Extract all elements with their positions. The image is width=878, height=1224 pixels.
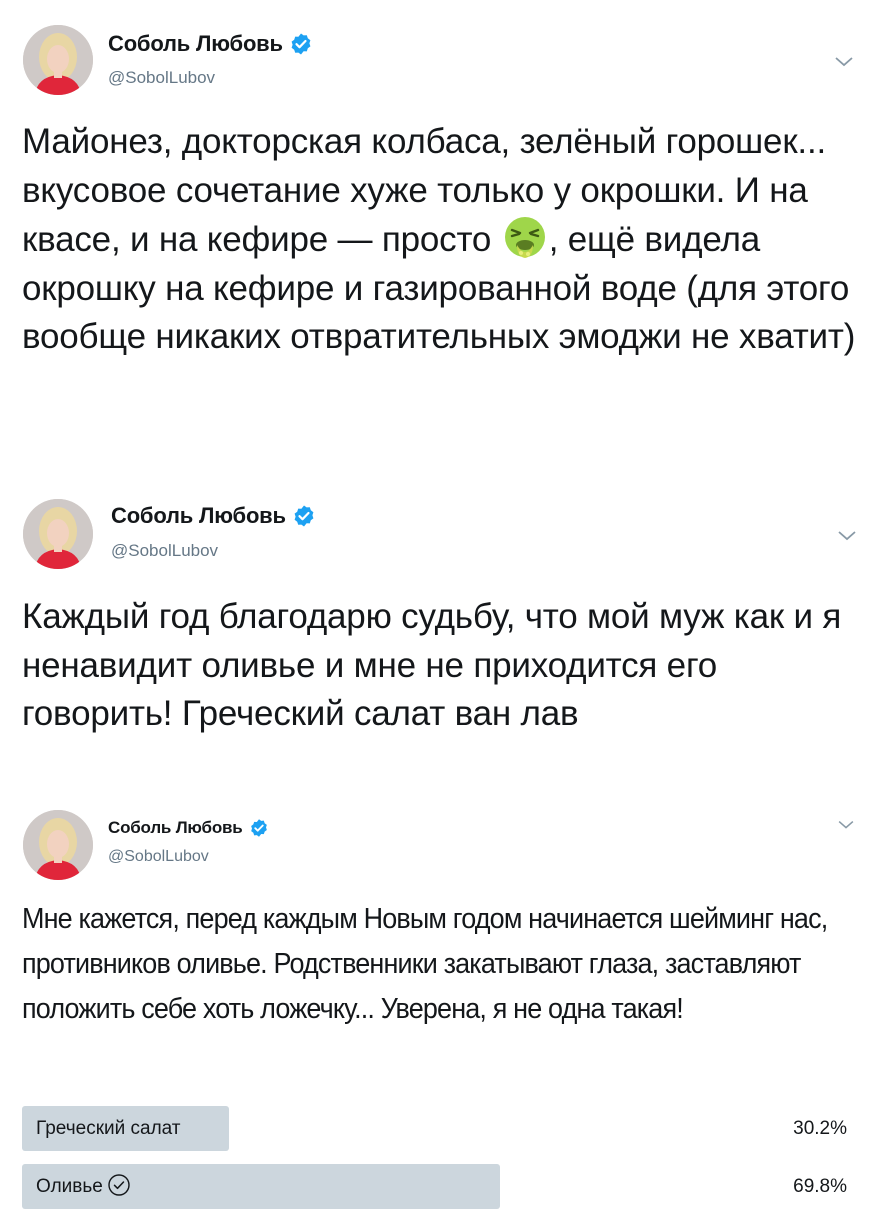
author-handle[interactable]: @SobolLubov (108, 848, 209, 866)
author-name[interactable]: Соболь Любовь (108, 818, 243, 838)
verified-badge-icon (294, 505, 314, 527)
tweet-text: Майонез, докторская колбаса, зелёный гор… (22, 118, 862, 362)
tweet-text: Мне кажется, перед каждым Новым годом на… (22, 903, 828, 1025)
poll-option[interactable]: Греческий салат 30.2% (22, 1106, 857, 1151)
poll-option-text: Греческий салат (36, 1118, 181, 1139)
avatar[interactable] (23, 25, 93, 95)
poll-option-label: Греческий салат (36, 1106, 181, 1151)
poll-option[interactable]: Оливье 69.8% (22, 1164, 857, 1209)
chevron-down-icon[interactable] (836, 819, 856, 831)
poll-option-text: Оливье (36, 1176, 103, 1197)
avatar-photo-icon (23, 25, 93, 95)
verified-badge-icon (250, 819, 267, 837)
check-circle-icon (108, 1174, 130, 1196)
face-vomiting-emoji-icon (504, 217, 545, 258)
tweet-header: Соболь Любовь @SobolLubov (0, 800, 878, 880)
avatar[interactable] (23, 499, 93, 569)
avatar[interactable] (23, 810, 93, 880)
tweet-header: Соболь Любовь @SobolLubov (0, 470, 878, 569)
poll-option-label: Оливье (36, 1164, 131, 1209)
author-handle[interactable]: @SobolLubov (111, 541, 218, 561)
poll-option-percent: 30.2% (793, 1118, 847, 1139)
avatar-photo-icon (23, 499, 93, 569)
tweet-1: Соболь Любовь @SobolLubov Майонез, докто… (0, 0, 878, 470)
chevron-down-icon[interactable] (836, 529, 858, 543)
tweet-header: Соболь Любовь @SobolLubov (0, 0, 878, 95)
author-name[interactable]: Соболь Любовь (108, 31, 283, 57)
tweet-text: Каждый год благодарю судьбу, что мой муж… (22, 597, 842, 733)
author-name[interactable]: Соболь Любовь (111, 503, 286, 529)
chevron-down-icon[interactable] (833, 55, 855, 69)
poll-option-percent: 69.8% (793, 1176, 847, 1197)
verified-badge-icon (291, 33, 311, 55)
avatar-photo-icon (23, 810, 93, 880)
author-handle[interactable]: @SobolLubov (108, 68, 215, 88)
